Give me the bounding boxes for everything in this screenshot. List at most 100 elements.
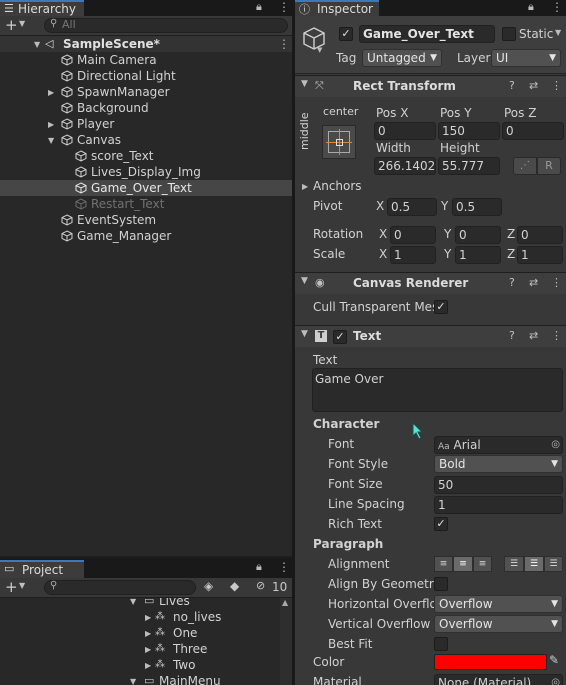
expand-arrow-icon[interactable]: ▶	[48, 117, 54, 133]
align-bottom-button[interactable]: ☰	[544, 556, 563, 572]
align-middle-button[interactable]: ☰	[524, 556, 544, 572]
preset-icon[interactable]: ⇄	[529, 79, 538, 92]
project-tab[interactable]: ▭ Project	[0, 560, 84, 578]
add-icon[interactable]: +	[5, 16, 18, 34]
hierarchy-item-eventsystem[interactable]: EventSystem	[0, 212, 292, 228]
rect-transform-header[interactable]: ▼ ⤧ Rect Transform ? ⇄ ⋮	[295, 75, 566, 97]
hierarchy-search-box[interactable]: ⚲ All	[44, 18, 288, 33]
pos-x-field[interactable]: 0	[374, 122, 436, 140]
best-fit-checkbox[interactable]	[434, 637, 448, 651]
expand-arrow-icon[interactable]: ▶	[145, 610, 151, 626]
height-field[interactable]: 55.777	[438, 157, 500, 175]
expand-arrow-icon[interactable]: ▶	[48, 85, 54, 101]
project-scrollbar[interactable]: ▲	[280, 598, 292, 685]
project-item-one[interactable]: ▶ ⁂ One	[0, 625, 280, 641]
chevron-down-icon[interactable]: ▼	[317, 46, 322, 54]
pos-z-field[interactable]: 0	[502, 122, 564, 140]
expand-arrow-icon[interactable]: ▼	[34, 37, 40, 53]
tag-dropdown[interactable]: Untagged ▼	[362, 49, 442, 67]
project-item-three[interactable]: ▶ ⁂ Three	[0, 641, 280, 657]
anchor-presets-button[interactable]	[322, 125, 356, 159]
panel-menu-icon[interactable]: ⋮	[278, 560, 290, 574]
rich-text-checkbox[interactable]: ✓	[434, 517, 448, 531]
text-component-header[interactable]: ▼ T ✓ Text ? ⇄ ⋮	[295, 325, 566, 347]
static-checkbox[interactable]	[502, 27, 516, 41]
lock-icon[interactable]: 🔒︎	[256, 0, 262, 14]
layer-dropdown[interactable]: UI ▼	[491, 49, 561, 67]
chevron-down-icon[interactable]: ▼	[19, 581, 25, 590]
anchors-label[interactable]: Anchors	[313, 178, 362, 194]
hidden-packages-icon[interactable]: ⊘	[256, 579, 265, 592]
hierarchy-item-main-camera[interactable]: Main Camera	[0, 52, 292, 68]
hierarchy-item-game-over-text[interactable]: Game_Over_Text	[0, 180, 292, 196]
material-field[interactable]: None (Material) ◎	[434, 674, 563, 685]
help-icon[interactable]: ?	[509, 79, 515, 92]
filter-type-icon[interactable]: ◈	[204, 579, 213, 593]
cull-transparent-checkbox[interactable]: ✓	[434, 300, 448, 314]
canvas-renderer-header[interactable]: ▼ ◉ Canvas Renderer ? ⇄ ⋮	[295, 272, 566, 294]
project-item-no-lives[interactable]: ▶ ⁂ no_lives	[0, 609, 280, 625]
width-field[interactable]: 266.1402	[374, 157, 436, 175]
lock-icon[interactable]: 🔒︎	[256, 560, 262, 574]
pos-y-field[interactable]: 150	[438, 122, 500, 140]
preset-icon[interactable]: ⇄	[529, 276, 538, 289]
hierarchy-item-background[interactable]: Background	[0, 100, 292, 116]
chevron-down-icon[interactable]: ▼	[19, 19, 25, 28]
lock-icon[interactable]: 🔒︎	[528, 0, 534, 14]
expand-arrow-icon[interactable]: ▶	[302, 182, 308, 191]
collapse-arrow-icon[interactable]: ▼	[301, 329, 308, 339]
expand-arrow-icon[interactable]: ▶	[145, 626, 151, 642]
rot-x-field[interactable]: 0	[390, 226, 436, 244]
add-icon[interactable]: +	[5, 578, 18, 596]
text-enabled-checkbox[interactable]: ✓	[333, 330, 347, 344]
project-item-lives[interactable]: ▼ ▭ Lives	[0, 598, 280, 609]
chevron-down-icon[interactable]: ▼	[555, 28, 561, 37]
collapse-arrow-icon[interactable]: ▼	[48, 133, 54, 149]
hierarchy-item-player[interactable]: ▶ Player	[0, 116, 292, 132]
scroll-up-icon[interactable]: ▲	[282, 598, 288, 607]
scene-row[interactable]: ▼ ◁ SampleScene* ⋮	[0, 36, 292, 52]
preset-icon[interactable]: ⇄	[529, 329, 538, 342]
scene-menu-icon[interactable]: ⋮	[278, 36, 290, 52]
object-picker-icon[interactable]: ◎	[551, 437, 560, 453]
h-overflow-dropdown[interactable]: Overflow ▼	[434, 595, 563, 613]
expand-arrow-icon[interactable]: ▶	[145, 642, 151, 658]
hierarchy-item-directional-light[interactable]: Directional Light	[0, 68, 292, 84]
help-icon[interactable]: ?	[509, 329, 515, 342]
active-checkbox[interactable]: ✓	[339, 27, 353, 41]
collapse-arrow-icon[interactable]: ▼	[301, 276, 308, 286]
expand-arrow-icon[interactable]: ▶	[145, 658, 151, 674]
component-menu-icon[interactable]: ⋮	[551, 79, 562, 92]
scale-z-field[interactable]: 1	[517, 246, 563, 264]
blueprint-mode-button[interactable]: ⋰	[513, 157, 537, 175]
line-spacing-field[interactable]: 1	[434, 496, 563, 514]
panel-menu-icon[interactable]: ⋮	[551, 0, 563, 14]
color-swatch[interactable]	[434, 654, 547, 670]
project-item-two[interactable]: ▶ ⁂ Two	[0, 657, 280, 673]
eyedropper-icon[interactable]: ✎	[549, 653, 559, 667]
font-field[interactable]: Aa Arial ◎	[434, 436, 563, 454]
object-name-field[interactable]: Game_Over_Text	[359, 25, 495, 43]
project-search-box[interactable]: ⚲	[44, 580, 196, 595]
collapse-arrow-icon[interactable]: ▼	[301, 79, 308, 89]
panel-menu-icon[interactable]: ⋮	[278, 0, 290, 14]
component-menu-icon[interactable]: ⋮	[551, 329, 562, 342]
hierarchy-tab[interactable]: ☰ Hierarchy	[0, 0, 84, 16]
font-style-dropdown[interactable]: Bold ▼	[434, 455, 563, 473]
raw-edit-button[interactable]: R	[537, 157, 561, 175]
align-left-button[interactable]: ≡	[434, 556, 453, 572]
align-top-button[interactable]: ☰	[504, 556, 524, 572]
scale-y-field[interactable]: 1	[455, 246, 501, 264]
project-item-mainmenu[interactable]: ▼ ▭ MainMenu	[0, 673, 280, 685]
inspector-tab[interactable]: ⓘ Inspector	[295, 0, 379, 16]
tag-icon[interactable]: ◆	[230, 579, 239, 593]
rot-y-field[interactable]: 0	[455, 226, 501, 244]
pivot-y-field[interactable]: 0.5	[452, 198, 502, 216]
scale-x-field[interactable]: 1	[390, 246, 436, 264]
hierarchy-item-spawnmanager[interactable]: ▶ SpawnManager	[0, 84, 292, 100]
align-right-button[interactable]: ≡	[473, 556, 492, 572]
rot-z-field[interactable]: 0	[517, 226, 563, 244]
hierarchy-item-lives-display-img[interactable]: Lives_Display_Img	[0, 164, 292, 180]
v-overflow-dropdown[interactable]: Overflow ▼	[434, 615, 563, 633]
font-size-field[interactable]: 50	[434, 476, 563, 494]
